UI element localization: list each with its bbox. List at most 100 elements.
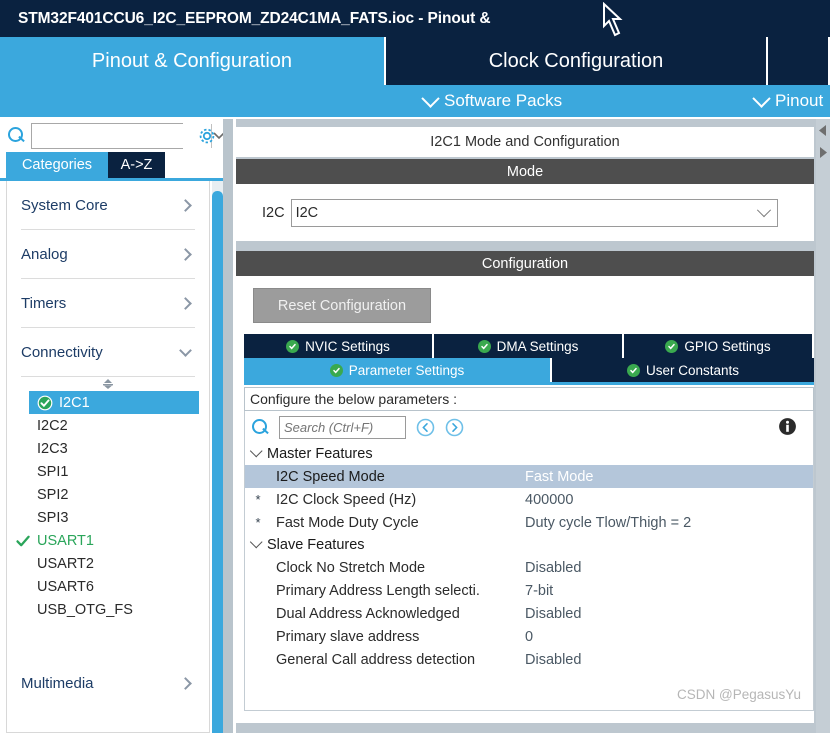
title-bar: STM32F401CCU6_I2C_EEPROM_ZD24C1MA_FATS.i… <box>0 0 830 37</box>
pinout-menu[interactable]: Pinout <box>752 85 823 117</box>
configuration-section-header: Configuration <box>236 251 814 276</box>
table-row[interactable]: * Fast Mode Duty Cycle Duty cycle Tlow/T… <box>245 511 813 534</box>
sidebar-search-combo[interactable] <box>31 122 225 149</box>
category-label: Connectivity <box>21 343 103 361</box>
software-packs-label: Software Packs <box>444 91 563 110</box>
parameter-search-input[interactable] <box>280 416 405 438</box>
table-row[interactable]: Primary slave address 0 <box>245 625 813 648</box>
parameter-value[interactable]: Disabled <box>525 560 813 576</box>
mode-section-body: I2C I2C <box>236 184 814 241</box>
peripheral-item-spi1[interactable]: SPI1 <box>7 460 209 483</box>
chevron-down-icon <box>752 88 771 108</box>
configuration-panel: I2C1 Mode and Configuration Mode I2C I2C… <box>236 119 830 733</box>
tab-label: DMA Settings <box>496 338 579 354</box>
parameter-value[interactable]: Disabled <box>525 652 813 668</box>
chevron-right-icon <box>179 296 192 310</box>
i2c-mode-select[interactable]: I2C <box>290 198 778 227</box>
parameter-group-slave-features[interactable]: Slave Features <box>245 534 813 556</box>
table-row[interactable]: Dual Address Acknowledged Disabled <box>245 602 813 625</box>
peripheral-item-i2c2[interactable]: I2C2 <box>7 414 209 437</box>
parameter-value[interactable]: 400000 <box>525 492 813 508</box>
sidebar-item-multimedia[interactable]: Multimedia <box>21 659 195 708</box>
watermark: CSDN @PegasusYu <box>676 687 801 702</box>
tab-nvic-settings[interactable]: NVIC Settings <box>244 334 432 358</box>
sidebar-outer-scrollbar[interactable] <box>223 119 233 733</box>
parameter-value[interactable]: Fast Mode <box>525 469 813 485</box>
chevron-left-circle-icon[interactable] <box>416 418 435 437</box>
check-circle-icon <box>477 339 491 353</box>
parameter-value[interactable]: 7-bit <box>525 583 813 599</box>
peripheral-item-usart6[interactable]: USART6 <box>7 575 209 598</box>
tab-categories[interactable]: Categories <box>6 152 108 178</box>
chevron-down-icon <box>249 535 263 548</box>
peripheral-item-i2c1[interactable]: I2C1 <box>29 391 199 414</box>
chevron-right-icon <box>179 677 192 690</box>
chevron-down-icon <box>249 444 263 457</box>
tab-gpio-settings[interactable]: GPIO Settings <box>624 334 812 358</box>
list-splitter-handle[interactable] <box>7 377 209 391</box>
mode-band-label: Mode <box>506 163 544 180</box>
splitter-icon <box>103 379 113 389</box>
category-label: System Core <box>21 196 108 214</box>
configuration-section-body: Reset Configuration NVIC Settings DMA Se… <box>236 276 814 723</box>
parameter-value[interactable]: Disabled <box>525 606 813 622</box>
chevron-right-circle-icon[interactable] <box>445 418 464 437</box>
tab-clock-configuration[interactable]: Clock Configuration <box>386 37 768 85</box>
sidebar-item-timers[interactable]: Timers <box>21 279 195 328</box>
reset-configuration-button[interactable]: Reset Configuration <box>253 288 431 323</box>
peripheral-list: I2C1 I2C2 I2C3 SPI1 SPI2 SPI3 USART1 USA… <box>7 391 209 621</box>
config-band-label: Configuration <box>481 255 569 272</box>
table-row[interactable]: * I2C Clock Speed (Hz) 400000 <box>245 488 813 511</box>
stm32cubemx-window: STM32F401CCU6_I2C_EEPROM_ZD24C1MA_FATS.i… <box>0 0 830 733</box>
tab-dma-settings[interactable]: DMA Settings <box>434 334 622 358</box>
peripheral-label: I2C1 <box>59 394 90 411</box>
check-circle-icon <box>626 363 640 377</box>
table-row[interactable]: Primary Address Length selecti. 7-bit <box>245 579 813 602</box>
tab-label: A->Z <box>120 157 153 173</box>
peripheral-item-i2c3[interactable]: I2C3 <box>7 437 209 460</box>
settings-tabs-row-2: Parameter Settings User Constants <box>244 358 814 382</box>
parameter-name: I2C Clock Speed (Hz) <box>276 491 417 508</box>
check-circle-icon <box>329 363 343 377</box>
peripheral-item-spi2[interactable]: SPI2 <box>7 483 209 506</box>
left-sidebar: Categories A->Z System Core Analog Timer… <box>0 119 232 733</box>
settings-tab-underline <box>244 382 814 385</box>
scroll-right-arrow-icon[interactable] <box>817 146 829 159</box>
table-row[interactable]: I2C Speed Mode Fast Mode <box>245 465 813 488</box>
mode-section-header: Mode <box>236 159 814 184</box>
sidebar-item-analog[interactable]: Analog <box>21 230 195 279</box>
table-row[interactable]: General Call address detection Disabled <box>245 648 813 671</box>
search-icon <box>8 127 25 144</box>
parameter-value[interactable]: Duty cycle Tlow/Thigh = 2 <box>525 515 813 531</box>
parameter-group-master-features[interactable]: Master Features <box>245 443 813 465</box>
search-input[interactable] <box>32 123 211 148</box>
peripheral-item-usart2[interactable]: USART2 <box>7 552 209 575</box>
chevron-right-icon <box>179 247 192 261</box>
gear-icon[interactable] <box>197 126 217 146</box>
tab-a-to-z[interactable]: A->Z <box>108 152 165 178</box>
tab-pinout-configuration[interactable]: Pinout & Configuration <box>0 37 386 85</box>
sidebar-item-connectivity[interactable]: Connectivity <box>21 328 195 377</box>
tab-label: Parameter Settings <box>348 362 465 378</box>
main-scrollbar-track[interactable] <box>816 119 830 733</box>
tab-label: Clock Configuration <box>488 49 664 72</box>
search-icon <box>252 418 269 436</box>
peripheral-item-usb-otg-fs[interactable]: USB_OTG_FS <box>7 598 209 621</box>
sidebar-scrollbar-thumb[interactable] <box>212 191 223 733</box>
parameter-value[interactable]: 0 <box>525 629 813 645</box>
table-row[interactable]: Clock No Stretch Mode Disabled <box>245 556 813 579</box>
scroll-left-arrow-icon[interactable] <box>817 124 829 137</box>
parameter-name: Clock No Stretch Mode <box>276 559 426 576</box>
software-packs-menu[interactable]: Software Packs <box>421 85 563 117</box>
tab-label: Pinout & Configuration <box>91 49 293 72</box>
parameter-search-field[interactable] <box>279 415 406 439</box>
peripheral-item-spi3[interactable]: SPI3 <box>7 506 209 529</box>
panel-title-text: I2C1 Mode and Configuration <box>430 134 620 150</box>
info-icon[interactable] <box>778 417 797 436</box>
tab-overflow[interactable] <box>768 37 830 85</box>
tab-user-constants[interactable]: User Constants <box>552 358 814 382</box>
configure-note-text: Configure the below parameters : <box>250 391 457 407</box>
sidebar-item-system-core[interactable]: System Core <box>21 181 195 230</box>
tab-parameter-settings[interactable]: Parameter Settings <box>244 358 550 382</box>
peripheral-item-usart1[interactable]: USART1 <box>7 529 209 552</box>
